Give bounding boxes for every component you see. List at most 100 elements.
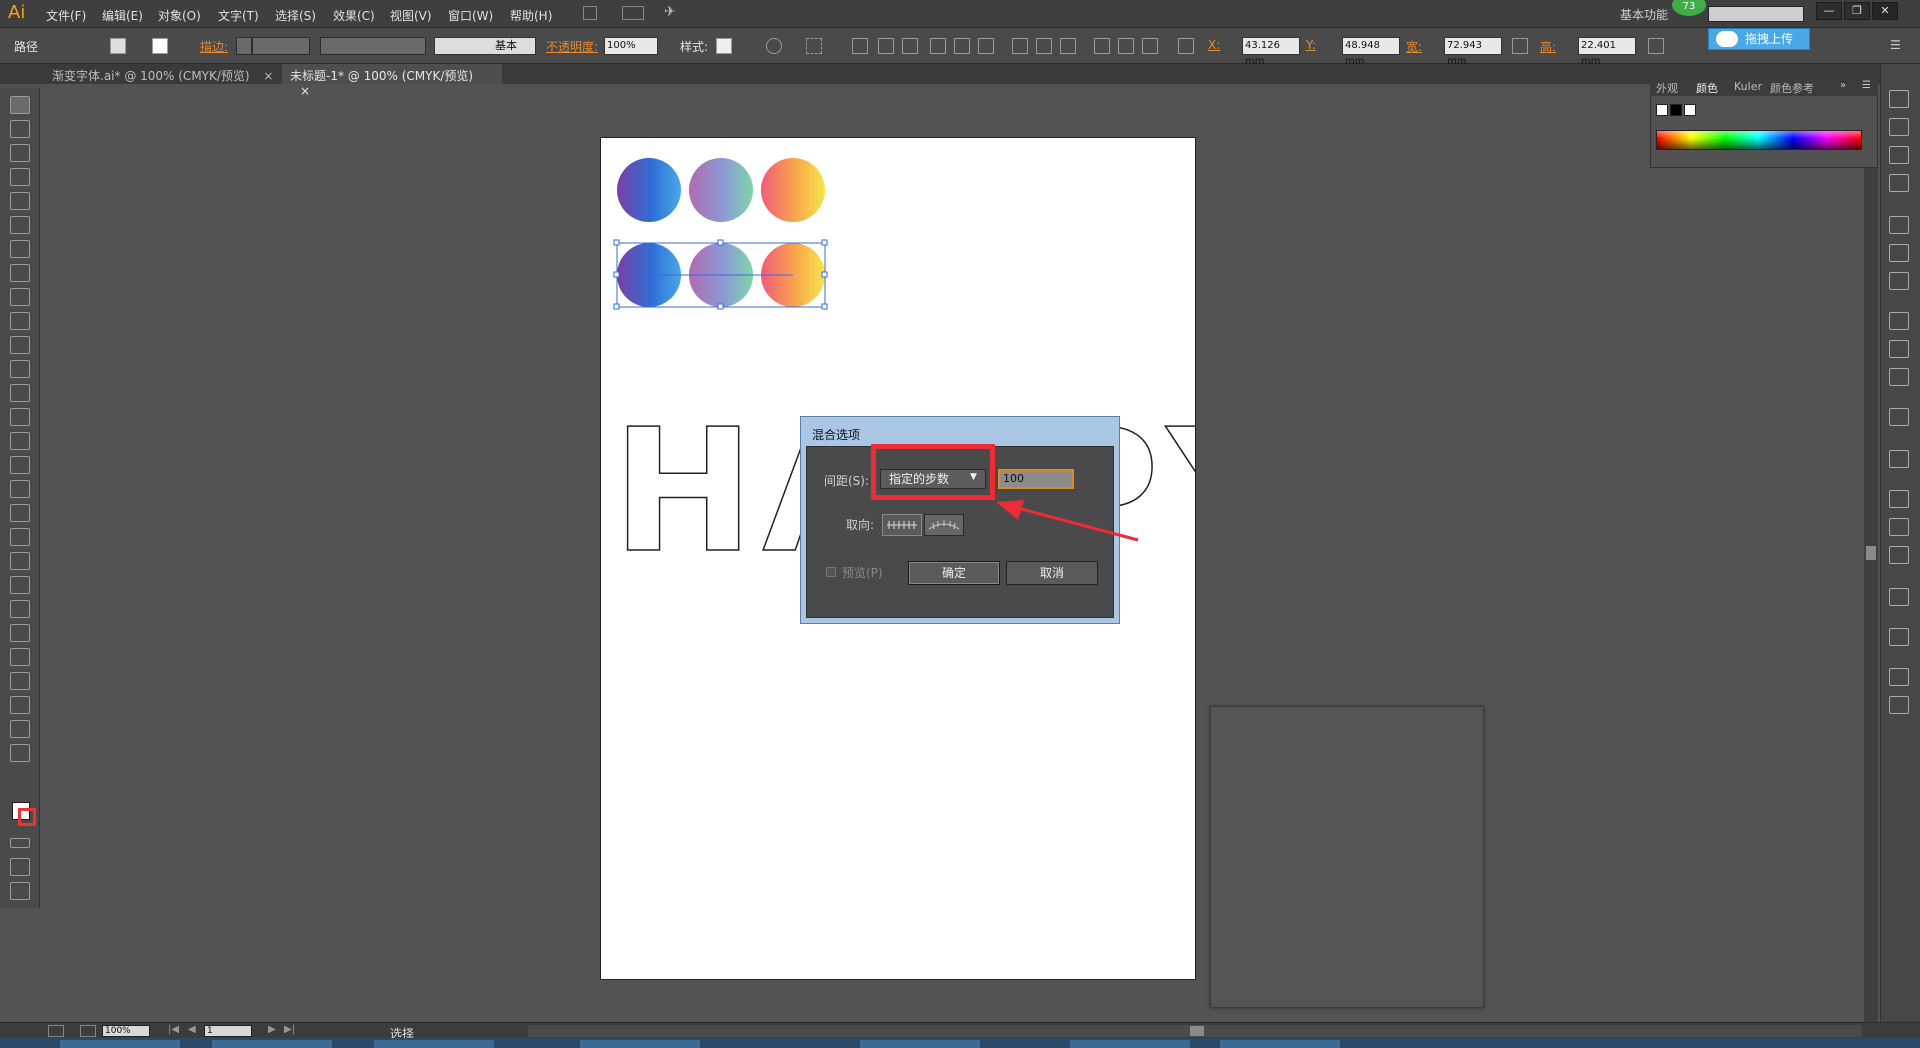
white-swatch[interactable] (1684, 104, 1696, 116)
kuler-icon[interactable] (1889, 174, 1909, 192)
menu-window[interactable]: 窗口(W) (448, 7, 493, 24)
selection-tool-icon[interactable] (10, 96, 30, 114)
gradient-circle-orange[interactable] (761, 158, 825, 222)
menu-file[interactable]: 文件(F) (46, 7, 86, 24)
graphic-style-swatch[interactable] (716, 38, 732, 54)
artboard-number-field[interactable]: 1 (204, 1025, 252, 1037)
taskbar-item[interactable] (1220, 1040, 1340, 1048)
help-search-input[interactable] (1708, 6, 1804, 22)
align-panel-icon[interactable] (1889, 450, 1909, 468)
screen-mode-icon[interactable] (10, 882, 30, 900)
stroke-label[interactable]: 描边: (200, 38, 228, 55)
next-artboard-icon[interactable]: ▶ (268, 1024, 276, 1035)
color-mode-icons[interactable] (10, 838, 30, 848)
taskbar-item[interactable] (580, 1040, 700, 1048)
free-transform-tool-icon[interactable] (10, 456, 30, 474)
menu-object[interactable]: 对象(O) (158, 7, 201, 24)
mesh-tool-icon[interactable] (10, 528, 30, 546)
symbol-sprayer-tool-icon[interactable] (10, 624, 30, 642)
color-guide-icon[interactable] (1889, 146, 1909, 164)
line-tool-icon[interactable] (10, 240, 30, 258)
stroke-swatch-icon[interactable] (152, 38, 168, 54)
first-artboard-icon[interactable]: |◀ (168, 1024, 179, 1035)
eraser-tool-icon[interactable] (10, 360, 30, 378)
lasso-tool-icon[interactable] (10, 168, 30, 186)
panel-menu-icon[interactable]: ☰ (1862, 80, 1871, 91)
blend-tool-icon[interactable] (10, 600, 30, 618)
stroke-panel-icon[interactable] (1889, 312, 1909, 330)
align-middle-icon[interactable] (954, 38, 970, 54)
previous-artboard-icon[interactable]: ◀ (188, 1024, 196, 1035)
preview-checkbox[interactable] (826, 567, 836, 577)
menu-help[interactable]: 帮助(H) (510, 7, 552, 24)
bridge-icon[interactable] (583, 6, 597, 20)
tab-color-guide[interactable]: 颜色参考 (1770, 80, 1814, 96)
blob-brush-tool-icon[interactable] (10, 336, 30, 354)
x-label[interactable]: X: (1208, 38, 1220, 52)
close-button[interactable]: ✕ (1872, 2, 1898, 20)
gpu-performance-icon[interactable]: ✈ (664, 4, 676, 20)
share-icon[interactable] (80, 1025, 96, 1037)
graphic-styles-icon[interactable] (1889, 408, 1909, 426)
stroke-weight-field[interactable] (252, 37, 310, 55)
tab-close-icon[interactable]: × (300, 84, 310, 98)
shape-builder-tool-icon[interactable] (10, 480, 30, 498)
collapse-panel-icon[interactable]: » (1840, 80, 1846, 91)
cancel-button[interactable]: 取消 (1006, 561, 1098, 585)
taskbar-item[interactable] (60, 1040, 180, 1048)
zoom-select[interactable]: 100% (102, 1025, 150, 1037)
black-swatch[interactable] (1670, 104, 1682, 116)
minimize-button[interactable]: — (1816, 2, 1842, 20)
align-top-icon[interactable] (930, 38, 946, 54)
menu-type[interactable]: 文字(T) (218, 7, 259, 24)
taskbar-item[interactable] (1070, 1040, 1190, 1048)
scale-tool-icon[interactable] (10, 408, 30, 426)
artboards-icon[interactable] (1889, 696, 1909, 714)
gradient-circle-blue[interactable] (617, 158, 681, 222)
vertical-scroll-thumb[interactable] (1866, 546, 1876, 560)
align-to-path-button[interactable] (924, 514, 964, 536)
fill-swatch-icon[interactable] (110, 38, 126, 54)
distribute-center-icon[interactable] (1118, 38, 1134, 54)
swatches-icon[interactable] (1889, 216, 1909, 234)
arrange-documents-icon[interactable] (622, 6, 644, 20)
width-tool-icon[interactable] (10, 432, 30, 450)
menu-view[interactable]: 视图(V) (390, 7, 432, 24)
distribute-top-icon[interactable] (1012, 38, 1028, 54)
stroke-style-select[interactable]: 基本 (434, 37, 536, 55)
opentype-icon[interactable] (1889, 546, 1909, 564)
x-input[interactable]: 43.126 mm (1242, 37, 1300, 67)
align-to-page-button[interactable] (882, 514, 922, 536)
distribute-right-icon[interactable] (1142, 38, 1158, 54)
rectangle-tool-icon[interactable] (10, 264, 30, 282)
taskbar-item[interactable] (212, 1040, 332, 1048)
paintbrush-tool-icon[interactable] (10, 288, 30, 306)
menu-select[interactable]: 选择(S) (275, 7, 316, 24)
tab-kuler[interactable]: Kuler (1734, 80, 1762, 93)
tab-gradient-font[interactable]: 渐变字体.ai* @ 100% (CMYK/预览) × (44, 64, 284, 84)
restore-button[interactable]: ❐ (1844, 2, 1870, 20)
slice-tool-icon[interactable] (10, 696, 30, 714)
zoom-tool-icon[interactable] (10, 744, 30, 762)
width-label[interactable]: 宽: (1406, 38, 1422, 55)
brushes-icon[interactable] (1889, 244, 1909, 262)
width-input[interactable]: 72.943 mm (1444, 37, 1502, 67)
recolor-artwork-icon[interactable] (766, 38, 782, 54)
transform-panel-icon[interactable] (1889, 628, 1909, 646)
none-swatch[interactable] (1656, 104, 1668, 116)
type-tool-icon[interactable] (10, 216, 30, 234)
tab-close-icon[interactable]: × (263, 69, 273, 83)
pen-tool-icon[interactable] (10, 192, 30, 210)
artboard-navigation-icon[interactable] (48, 1025, 64, 1037)
opacity-input[interactable]: 100% (604, 37, 658, 55)
steps-input[interactable]: 100 (998, 469, 1074, 489)
transform-grid-icon[interactable] (1178, 38, 1194, 54)
links-icon[interactable] (1889, 588, 1909, 606)
align-to-selection-icon[interactable] (806, 38, 822, 54)
menu-edit[interactable]: 编辑(E) (102, 7, 143, 24)
distribute-bottom-icon[interactable] (1060, 38, 1076, 54)
graph-tool-icon[interactable] (10, 648, 30, 666)
taskbar-item[interactable] (374, 1040, 494, 1048)
align-center-icon[interactable] (878, 38, 894, 54)
perspective-grid-tool-icon[interactable] (10, 504, 30, 522)
